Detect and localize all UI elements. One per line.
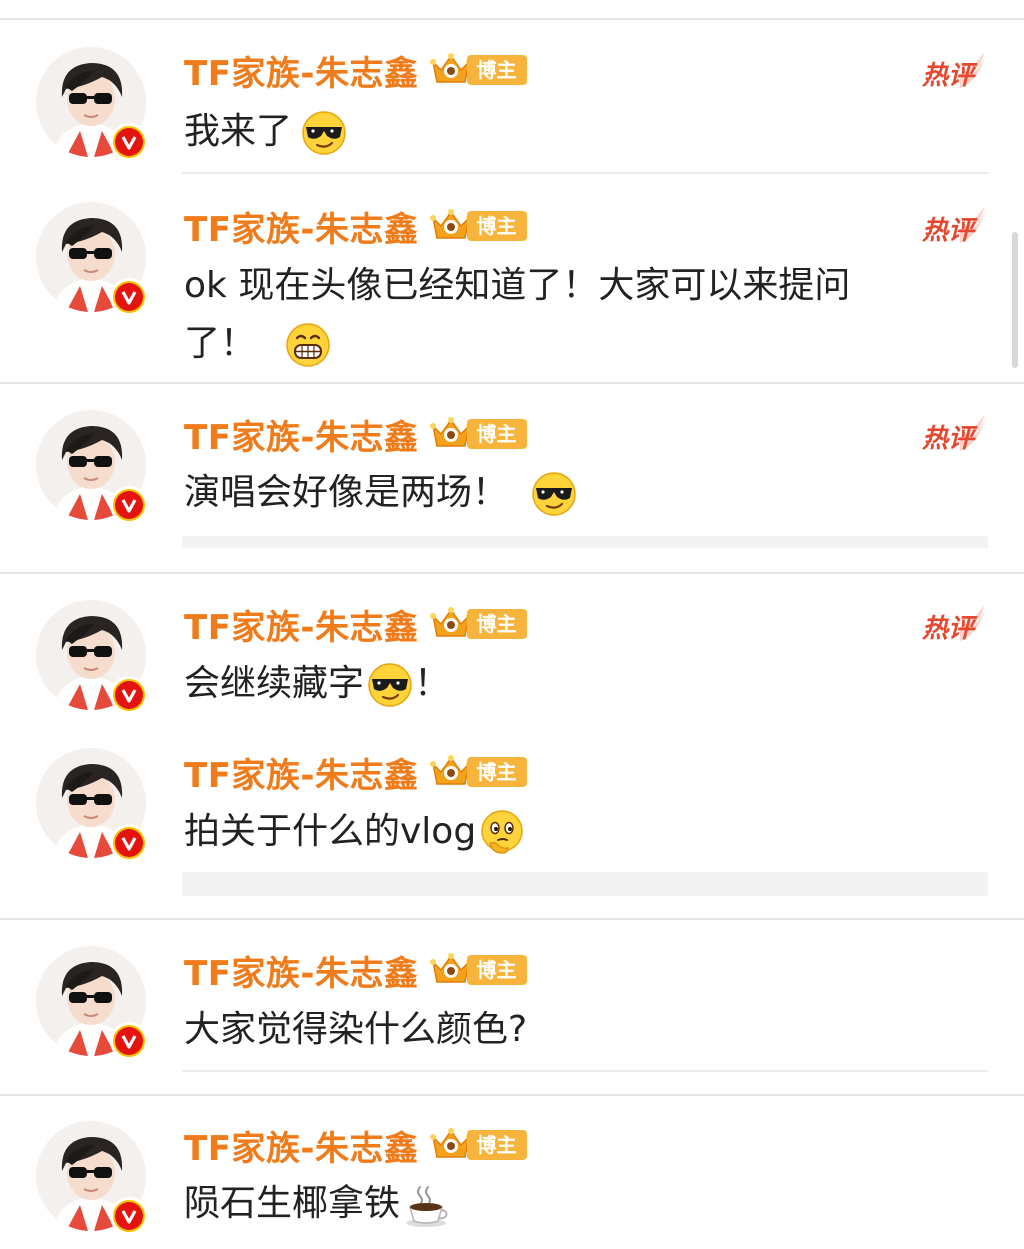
author-name[interactable]: TF家族-朱志鑫	[184, 202, 419, 251]
verified-badge-icon	[110, 824, 148, 862]
author-name[interactable]: TF家族-朱志鑫	[184, 600, 419, 649]
verified-badge-icon	[110, 676, 148, 714]
crown-icon	[429, 52, 473, 88]
crown-icon	[429, 1127, 473, 1163]
section-separator	[182, 872, 988, 896]
author-row: TF家族-朱志鑫 博主	[184, 946, 527, 995]
comment-divider	[0, 572, 1024, 574]
section-separator	[182, 536, 988, 548]
cool-sunglasses-emoji-icon	[366, 661, 414, 709]
comment-text-content: 拍关于什么的vlog	[184, 811, 477, 852]
comment-text: 会继续藏字 ！	[184, 656, 934, 712]
badge-label: 博主	[466, 609, 527, 639]
badge-label: 博主	[466, 757, 527, 787]
verified-badge-icon	[110, 123, 148, 161]
thinking-emoji-icon	[478, 809, 526, 857]
blogger-badge: 博主	[429, 952, 527, 988]
comment-text-line: 了！	[184, 323, 257, 364]
hot-comment-icon	[920, 411, 990, 457]
blogger-badge: 博主	[429, 606, 527, 642]
comment-text: 拍关于什么的vlog	[184, 804, 934, 860]
verified-badge-icon	[110, 486, 148, 524]
hot-comment-icon	[920, 48, 990, 94]
crown-icon	[429, 606, 473, 642]
comment-text-suffix: ！	[414, 663, 451, 704]
comment-divider	[0, 382, 1024, 384]
comment-text-line: ok 现在头像已经知道了！大家可以来提问	[184, 265, 851, 306]
comment-text-content: 会继续藏字	[184, 663, 365, 704]
crown-icon	[429, 754, 473, 790]
comment-text: ok 现在头像已经知道了！大家可以来提问 了！	[184, 258, 934, 372]
author-row: TF家族-朱志鑫 博主	[184, 410, 527, 459]
crown-icon	[429, 952, 473, 988]
coffee-cup-emoji-icon	[402, 1181, 450, 1229]
author-name[interactable]: TF家族-朱志鑫	[184, 748, 419, 797]
comment-divider	[182, 172, 988, 174]
crown-icon	[429, 416, 473, 452]
comment-text: 演唱会好像是两场！	[184, 465, 934, 521]
badge-label: 博主	[466, 211, 527, 241]
comment-text: 大家觉得染什么颜色?	[184, 1002, 934, 1058]
blogger-badge: 博主	[429, 416, 527, 452]
blogger-badge: 博主	[429, 1127, 527, 1163]
blogger-badge: 博主	[429, 208, 527, 244]
cool-sunglasses-emoji-icon	[530, 470, 578, 518]
verified-badge-icon	[110, 278, 148, 316]
author-row: TF家族-朱志鑫 博主	[184, 748, 527, 797]
scrollbar[interactable]	[1012, 232, 1018, 368]
badge-label: 博主	[466, 55, 527, 85]
author-row: TF家族-朱志鑫 博主	[184, 1121, 527, 1170]
author-name[interactable]: TF家族-朱志鑫	[184, 46, 419, 95]
author-name[interactable]: TF家族-朱志鑫	[184, 1121, 419, 1170]
big-grin-emoji-icon	[284, 321, 332, 369]
verified-badge-icon	[110, 1197, 148, 1235]
top-divider	[0, 18, 1024, 20]
blogger-badge: 博主	[429, 52, 527, 88]
comment-divider	[182, 1070, 988, 1072]
badge-label: 博主	[466, 1130, 527, 1160]
comment-divider	[0, 1094, 1024, 1096]
comment-text: 我来了	[184, 104, 934, 160]
author-name[interactable]: TF家族-朱志鑫	[184, 946, 419, 995]
comment-text-content: 大家觉得染什么颜色?	[184, 1009, 528, 1050]
hot-comment-icon	[920, 203, 990, 249]
author-row: TF家族-朱志鑫 博主	[184, 46, 527, 95]
comment-text: 陨石生椰拿铁	[184, 1176, 934, 1232]
author-name[interactable]: TF家族-朱志鑫	[184, 410, 419, 459]
hot-comment-icon	[920, 601, 990, 647]
author-row: TF家族-朱志鑫 博主	[184, 202, 527, 251]
comment-divider	[0, 918, 1024, 920]
crown-icon	[429, 208, 473, 244]
comment-text-content: 陨石生椰拿铁	[184, 1183, 401, 1224]
cool-sunglasses-emoji-icon	[300, 109, 348, 157]
badge-label: 博主	[466, 419, 527, 449]
badge-label: 博主	[466, 955, 527, 985]
verified-badge-icon	[110, 1022, 148, 1060]
blogger-badge: 博主	[429, 754, 527, 790]
comment-text-content: 演唱会好像是两场！	[184, 472, 509, 513]
comment-text-content: 我来了	[184, 111, 293, 152]
author-row: TF家族-朱志鑫 博主	[184, 600, 527, 649]
